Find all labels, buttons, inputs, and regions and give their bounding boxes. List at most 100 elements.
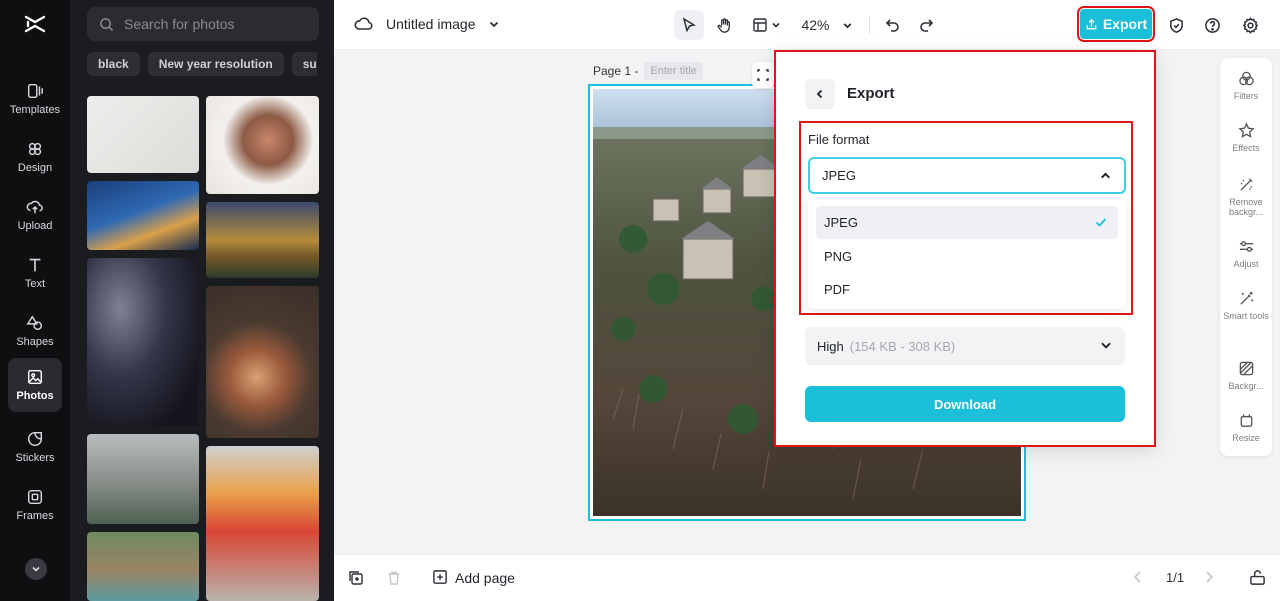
- page-title-input[interactable]: Enter title: [644, 62, 703, 80]
- sidebar-item-label: Photos: [16, 390, 54, 402]
- page-options-button[interactable]: [752, 62, 774, 88]
- tool-resize[interactable]: Resize: [1220, 412, 1272, 443]
- share-icon: [1086, 18, 1097, 29]
- sidebar-item-design[interactable]: Design: [8, 130, 62, 184]
- undo-icon: [885, 19, 899, 32]
- photo-thumbnail[interactable]: [87, 181, 199, 250]
- photo-thumbnail[interactable]: [206, 202, 319, 278]
- search-input[interactable]: Search for photos: [87, 7, 319, 41]
- cloud-icon: [354, 17, 373, 30]
- tool-filters[interactable]: Filters: [1220, 70, 1272, 101]
- format-option-label: JPEG: [824, 215, 858, 230]
- shield-icon: [1169, 17, 1183, 33]
- chip-new-year-resolution[interactable]: New year resolution: [147, 52, 284, 76]
- quality-size-hint: (154 KB - 308 KB): [849, 338, 956, 354]
- tool-background[interactable]: Backgr...: [1220, 360, 1272, 391]
- file-format-label: File format: [808, 132, 870, 147]
- capcut-logo[interactable]: [23, 12, 47, 36]
- back-button[interactable]: [805, 79, 835, 109]
- photo-thumbnail[interactable]: [206, 446, 319, 601]
- tool-label: Resize: [1232, 433, 1260, 443]
- chevron-down-icon: [1101, 342, 1111, 349]
- tool-adjust[interactable]: Adjust: [1220, 238, 1272, 269]
- quality-value: High: [817, 338, 844, 354]
- tool-smart-tools[interactable]: Smart tools: [1220, 290, 1272, 321]
- duplicate-page-button[interactable]: [348, 570, 364, 589]
- add-page-button[interactable]: Add page: [432, 569, 515, 586]
- photo-thumbnail[interactable]: [206, 286, 319, 438]
- sidebar-item-stickers[interactable]: Stickers: [8, 420, 62, 474]
- trash-icon: [388, 571, 400, 585]
- chip-subs[interactable]: subs: [291, 52, 317, 76]
- text-icon: [29, 258, 41, 272]
- layout-dropdown[interactable]: [748, 10, 784, 40]
- stickers-icon: [27, 431, 43, 447]
- toolbar-divider: [869, 16, 870, 34]
- effects-icon: [1237, 122, 1255, 138]
- chevron-down-icon: [771, 22, 780, 28]
- gear-icon: [1242, 16, 1258, 34]
- export-button[interactable]: Export: [1077, 6, 1155, 42]
- chevron-down-icon: [843, 22, 851, 28]
- photo-thumbnail[interactable]: [87, 96, 199, 173]
- chip-black[interactable]: black: [87, 52, 140, 76]
- page-manager-button[interactable]: [1249, 569, 1266, 589]
- hand-tool-button[interactable]: [709, 10, 739, 40]
- document-title-area[interactable]: Untitled image: [354, 14, 500, 34]
- export-label: Export: [1102, 16, 1148, 32]
- sidebar-item-photos[interactable]: Photos: [8, 358, 62, 412]
- sidebar-item-text[interactable]: Text: [8, 246, 62, 300]
- format-option-pdf[interactable]: PDF: [816, 273, 1118, 306]
- zoom-dropdown[interactable]: 42%: [796, 10, 858, 40]
- selected-format: JPEG: [822, 168, 856, 183]
- page-counter: 1/1: [1166, 570, 1185, 585]
- sidebar-item-shapes[interactable]: Shapes: [8, 304, 62, 358]
- sidebar-item-upload[interactable]: Upload: [8, 188, 62, 242]
- chevron-right-icon: [1206, 571, 1214, 583]
- sidebar-item-frames[interactable]: Frames: [8, 478, 62, 532]
- expand-rail-button[interactable]: [25, 558, 47, 580]
- sidebar-item-templates[interactable]: Templates: [8, 72, 62, 126]
- photo-thumbnail[interactable]: [206, 96, 319, 194]
- photo-thumbnail[interactable]: [87, 258, 199, 426]
- frame-select-icon: [757, 69, 769, 81]
- top-bar: Untitled image 42% Export: [334, 0, 1280, 50]
- sidebar-item-label: Shapes: [16, 336, 54, 348]
- export-panel: Export File format JPEG JPEG PNG PDF Hig…: [774, 50, 1156, 447]
- format-option-png[interactable]: PNG: [816, 240, 1118, 273]
- templates-icon: [27, 83, 43, 99]
- quality-select[interactable]: High (154 KB - 308 KB): [805, 327, 1125, 365]
- layout-icon: [752, 18, 767, 32]
- chevron-down-icon: [489, 21, 498, 28]
- photo-thumbnail[interactable]: [87, 532, 199, 601]
- file-format-menu: JPEG PNG PDF: [808, 199, 1126, 309]
- shapes-icon: [26, 315, 43, 331]
- tool-label: Filters: [1233, 91, 1259, 101]
- help-icon: [1204, 17, 1220, 33]
- help-button[interactable]: [1200, 10, 1224, 40]
- file-format-select[interactable]: JPEG: [808, 157, 1126, 194]
- sidebar-item-label: Upload: [17, 220, 53, 232]
- photos-icon: [27, 369, 43, 385]
- tool-remove-background[interactable]: Remove backgr...: [1220, 176, 1272, 217]
- suggestion-chips: black New year resolution subs: [87, 52, 317, 76]
- format-option-jpeg[interactable]: JPEG: [816, 206, 1118, 239]
- next-page-button[interactable]: [1202, 570, 1216, 587]
- check-icon: [1095, 218, 1107, 227]
- tool-label: Smart tools: [1223, 311, 1269, 321]
- undo-button[interactable]: [879, 10, 907, 40]
- shield-button[interactable]: [1164, 10, 1188, 40]
- upload-icon: [26, 200, 43, 214]
- background-icon: [1239, 361, 1253, 376]
- photo-thumbnail[interactable]: [87, 434, 199, 524]
- redo-button[interactable]: [912, 10, 940, 40]
- download-button[interactable]: Download: [805, 386, 1125, 422]
- resize-icon: [1240, 414, 1252, 427]
- settings-button[interactable]: [1238, 10, 1262, 40]
- select-tool-button[interactable]: [674, 10, 704, 40]
- sidebar-item-label: Design: [17, 162, 53, 174]
- prev-page-button[interactable]: [1131, 570, 1145, 587]
- delete-page-button[interactable]: [386, 570, 402, 589]
- sidebar-item-label: Text: [24, 278, 46, 290]
- tool-effects[interactable]: Effects: [1220, 122, 1272, 153]
